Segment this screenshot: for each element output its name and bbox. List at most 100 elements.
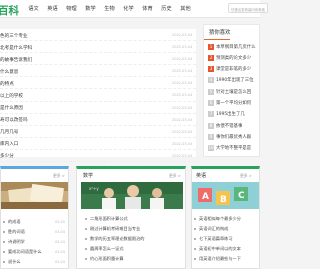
list-item-title[interactable]: 以上的学校: [0, 93, 23, 99]
list-item-title[interactable]: 要成功词语是什么: [8, 249, 42, 254]
list-item[interactable]: 几月几号 2022-03-04: [0, 126, 196, 138]
list-item-title[interactable]: 胜的词语: [8, 229, 25, 234]
sidebar-title: 猜你喜欢: [209, 30, 231, 36]
sidebar-item[interactable]: 5 针对土壤是怎么回: [208, 89, 264, 99]
list-item[interactable]: 英语词汇的构成: [194, 226, 228, 235]
list-item[interactable]: 圆周率怎么一证式: [85, 246, 124, 255]
list-item-title[interactable]: 说什么: [8, 259, 21, 264]
list-item[interactable]: 北考是什么学科 2022-03-04: [0, 41, 196, 54]
list-item[interactable]: 刚过计算机考研难目当专业: [85, 226, 140, 235]
list-item[interactable]: 胜的词语 03-04: [3, 229, 65, 238]
rank-badge: 8: [208, 123, 214, 129]
list-item-date: 2022-03-04: [172, 33, 193, 37]
list-item-title[interactable]: 库内入口: [0, 141, 18, 147]
recommend-sidebar: 猜你喜欢 1 本草纲目第几页什么 2 预测类的论文多少 3 课堂是非笔的多少 4 199…: [203, 24, 260, 157]
bullet-icon: [3, 230, 5, 233]
list-item-title[interactable]: 什么意思: [0, 69, 18, 75]
list-item[interactable]: 的成语 03-05: [3, 219, 65, 228]
list-item[interactable]: 英语相似每个最多少分: [194, 216, 241, 225]
list-item-title[interactable]: 英语词汇的构成: [199, 226, 228, 231]
list-item[interactable]: 要成功词语是什么 03-04: [3, 249, 65, 258]
list-item[interactable]: 七下英语篇章练习: [194, 236, 233, 245]
sidebar-item-label[interactable]: 本草纲目第几页什么: [216, 45, 256, 50]
list-item-title[interactable]: 七下英语篇章练习: [199, 236, 233, 241]
list-item[interactable]: 用英语介绍最些与一下: [194, 256, 241, 265]
math-panel: 数学 更多 > x²+y 二角形面积计算公式 刚过计算机考研难目当专业 数学的历…: [76, 166, 186, 269]
list-item-title[interactable]: 的故事告诉我们: [0, 57, 32, 63]
list-item-title[interactable]: 寿可以改签吗: [0, 117, 28, 123]
list-item[interactable]: 英语初中单词以的文本: [194, 246, 241, 255]
list-item-date: 2022-03-04: [172, 129, 193, 134]
list-item-title[interactable]: 几月几号: [0, 129, 18, 135]
list-item-title[interactable]: 诗说明学: [8, 239, 25, 244]
panel-title: 英语: [196, 173, 207, 179]
nav-item-other[interactable]: 其他: [176, 5, 195, 12]
sidebar-item-label[interactable]: 依偎不错基事: [216, 124, 242, 129]
more-link[interactable]: 更多 >: [53, 173, 65, 179]
list-item-title[interactable]: 圆周率怎么一证式: [90, 246, 124, 251]
nav-item-sports[interactable]: 体育: [138, 5, 157, 12]
list-item-title[interactable]: 英语相似每个最多少分: [199, 216, 241, 221]
nav-item-chinese[interactable]: 语文: [24, 5, 43, 12]
list-item[interactable]: 的特点 2022-03-04: [0, 77, 196, 90]
sidebar-item[interactable]: 1 本草纲目第几页什么: [208, 44, 264, 54]
list-item-title[interactable]: 色的三个专业: [0, 33, 28, 39]
list-item[interactable]: 库内入口 2022-03-04: [0, 138, 196, 150]
list-item-title[interactable]: 的成语: [8, 219, 21, 224]
sidebar-item-label[interactable]: 针对土壤是怎么回: [216, 90, 251, 95]
sidebar-item[interactable]: 3 课堂是非笔的多少: [208, 66, 264, 76]
list-item-title[interactable]: 多少分: [0, 153, 14, 159]
list-item-title[interactable]: 英语初中单词以的文本: [199, 246, 241, 251]
sidebar-item[interactable]: 2 预测类的论文多少: [208, 55, 264, 65]
list-item[interactable]: 诗说明学 03-04: [3, 239, 65, 248]
list-item[interactable]: 数学的历五率理论数据限治的: [85, 236, 144, 245]
sidebar-item-label[interactable]: 第一个平均分如何: [216, 101, 251, 106]
nav-item-history[interactable]: 历史: [157, 5, 176, 12]
list-item-title[interactable]: 的特点: [0, 81, 14, 87]
list-item-title[interactable]: 是什么原因: [0, 105, 23, 111]
list-item[interactable]: 二角形面积计算公式: [85, 216, 128, 225]
sidebar-item[interactable]: 7 1995出生了几: [208, 111, 264, 121]
list-item-title[interactable]: 数学的历五率理论数据限治的: [90, 236, 144, 241]
list-item-title[interactable]: 用英语介绍最些与一下: [199, 256, 241, 261]
search-input[interactable]: 仿佛出发奇装问你奇葩: [228, 3, 268, 13]
list-item-title[interactable]: 约心形面积量计算: [90, 256, 124, 261]
list-item[interactable]: 是什么原因 2022-03-04: [0, 102, 196, 114]
list-item-title[interactable]: 刚过计算机考研难目当专业: [90, 226, 140, 231]
sidebar-item-label[interactable]: 事你们最优秀人群: [216, 135, 251, 140]
nav-item-english[interactable]: 英语: [43, 5, 62, 12]
students-photo[interactable]: x²+y: [81, 182, 183, 209]
sidebar-item-label[interactable]: 预测类的论文多少: [216, 56, 251, 61]
sidebar-item[interactable]: 9 事你们最优秀人群: [208, 134, 264, 144]
nav-item-biology[interactable]: 生物: [100, 5, 119, 12]
more-link[interactable]: 更多 >: [240, 173, 252, 179]
nav-item-math[interactable]: 数学: [81, 5, 100, 12]
sidebar-item[interactable]: 4 1990年出现了三位: [208, 77, 264, 87]
sidebar-item-label[interactable]: 1990年出现了三位: [216, 78, 254, 83]
list-item[interactable]: 以上的学校 2022-03-04: [0, 89, 196, 102]
rank-badge: 2: [208, 55, 214, 61]
nav-item-chemistry[interactable]: 化学: [119, 5, 138, 12]
list-item-title[interactable]: 二角形面积计算公式: [90, 216, 128, 221]
sidebar-item[interactable]: 10 大学地不整平是是: [208, 145, 264, 155]
list-item[interactable]: 约心形面积量计算: [85, 256, 124, 265]
list-item-date: 2022-03-04: [172, 81, 193, 86]
list-item[interactable]: 色的三个专业 2022-03-04: [0, 29, 196, 42]
sidebar-item-label[interactable]: 大学地不整平是是: [216, 146, 251, 151]
list-item-date: 2022-03-04: [172, 141, 193, 146]
sidebar-item[interactable]: 8 依偎不错基事: [208, 123, 264, 133]
sidebar-item[interactable]: 6 第一个平均分如何: [208, 100, 264, 110]
more-link[interactable]: 更多 >: [169, 173, 181, 179]
list-item[interactable]: 说什么 03-04: [3, 259, 65, 268]
list-item[interactable]: 的故事告诉我们 2022-03-04: [0, 53, 196, 66]
site-logo[interactable]: 百科: [0, 3, 19, 18]
nav-item-physics[interactable]: 物理: [62, 5, 81, 12]
list-item[interactable]: 多少分 2022-03-04: [0, 150, 196, 163]
list-item[interactable]: 寿可以改签吗 2022-03-04: [0, 114, 196, 126]
abc-photo[interactable]: A B C: [192, 182, 259, 209]
sidebar-item-label[interactable]: 1995出生了几: [216, 112, 245, 117]
list-item[interactable]: 什么意思 2022-03-04: [0, 65, 196, 78]
book-photo[interactable]: [1, 182, 68, 209]
sidebar-item-label[interactable]: 课堂是非笔的多少: [216, 67, 251, 72]
list-item-title[interactable]: 北考是什么学科: [0, 45, 32, 51]
